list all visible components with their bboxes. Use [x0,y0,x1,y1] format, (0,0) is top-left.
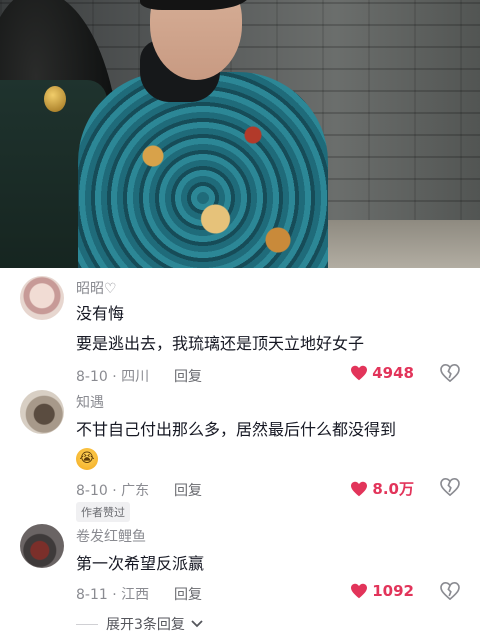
heart-icon [350,481,368,497]
avatar[interactable] [20,276,64,320]
reply-button[interactable]: 回复 [174,480,202,500]
like-count: 8.0万 [372,480,414,498]
expand-replies-label: 展开3条回复 [106,617,185,633]
author-liked-badge: 作者赞过 [76,502,130,522]
video-frame[interactable] [0,0,480,268]
embroidered-robe [78,72,328,268]
comment-date: 8-11 [76,587,108,603]
comment-location: 广东 [121,483,150,499]
like-button[interactable]: 4948 [350,364,414,382]
comment-meta: 8-10 · 广东 [76,483,150,499]
broken-heart-icon[interactable] [440,363,460,383]
expand-replies-button[interactable]: 展开3条回复 [106,614,203,634]
comment-meta: 8-11 · 江西 [76,587,150,603]
comment-date: 8-10 [76,369,108,385]
broken-heart-icon[interactable] [440,477,460,497]
comment-meta: 8-10 · 四川 [76,369,150,385]
broken-heart-icon[interactable] [440,581,460,601]
like-count: 1092 [372,582,414,600]
chevron-down-icon [191,616,203,632]
comment-location: 江西 [121,587,150,603]
reply-button[interactable]: 回复 [174,584,202,604]
comment-item: 知遇 不甘自己付出那么多，居然最后什么都没得到 😭 8-10 · 广东 回复 8… [0,386,480,522]
comment-date: 8-10 [76,483,108,499]
divider [76,624,98,625]
like-button[interactable]: 8.0万 [350,478,414,499]
comment-item: 昭昭♡ 没有悔 要是逃出去，我琉璃还是顶天立地好女子 8-10 · 四川 回复 … [0,268,480,386]
comment-text-line: 没有悔 [76,304,125,323]
comment-text-line: 要是逃出去，我琉璃还是顶天立地好女子 [76,334,365,353]
comment-location: 四川 [121,369,150,385]
comment-text-line: 第一次希望反派赢 [76,554,205,573]
comment-author[interactable]: 卷发红鲤鱼 [76,526,146,546]
comment-author[interactable]: 知遇 [76,392,104,412]
heart-icon [350,365,368,381]
comment-item: 卷发红鲤鱼 第一次希望反派赢 8-11 · 江西 回复 1092 [0,520,480,612]
comment-author[interactable]: 昭昭♡ [76,278,117,298]
avatar[interactable] [20,390,64,434]
like-count: 4948 [372,364,414,382]
crying-face-icon: 😭 [76,448,98,470]
avatar[interactable] [20,524,64,568]
comment-text-line: 不甘自己付出那么多，居然最后什么都没得到 [76,420,397,439]
heart-icon [350,583,368,599]
like-button[interactable]: 1092 [350,582,414,600]
gold-stud [44,86,66,112]
reply-button[interactable]: 回复 [174,366,202,386]
